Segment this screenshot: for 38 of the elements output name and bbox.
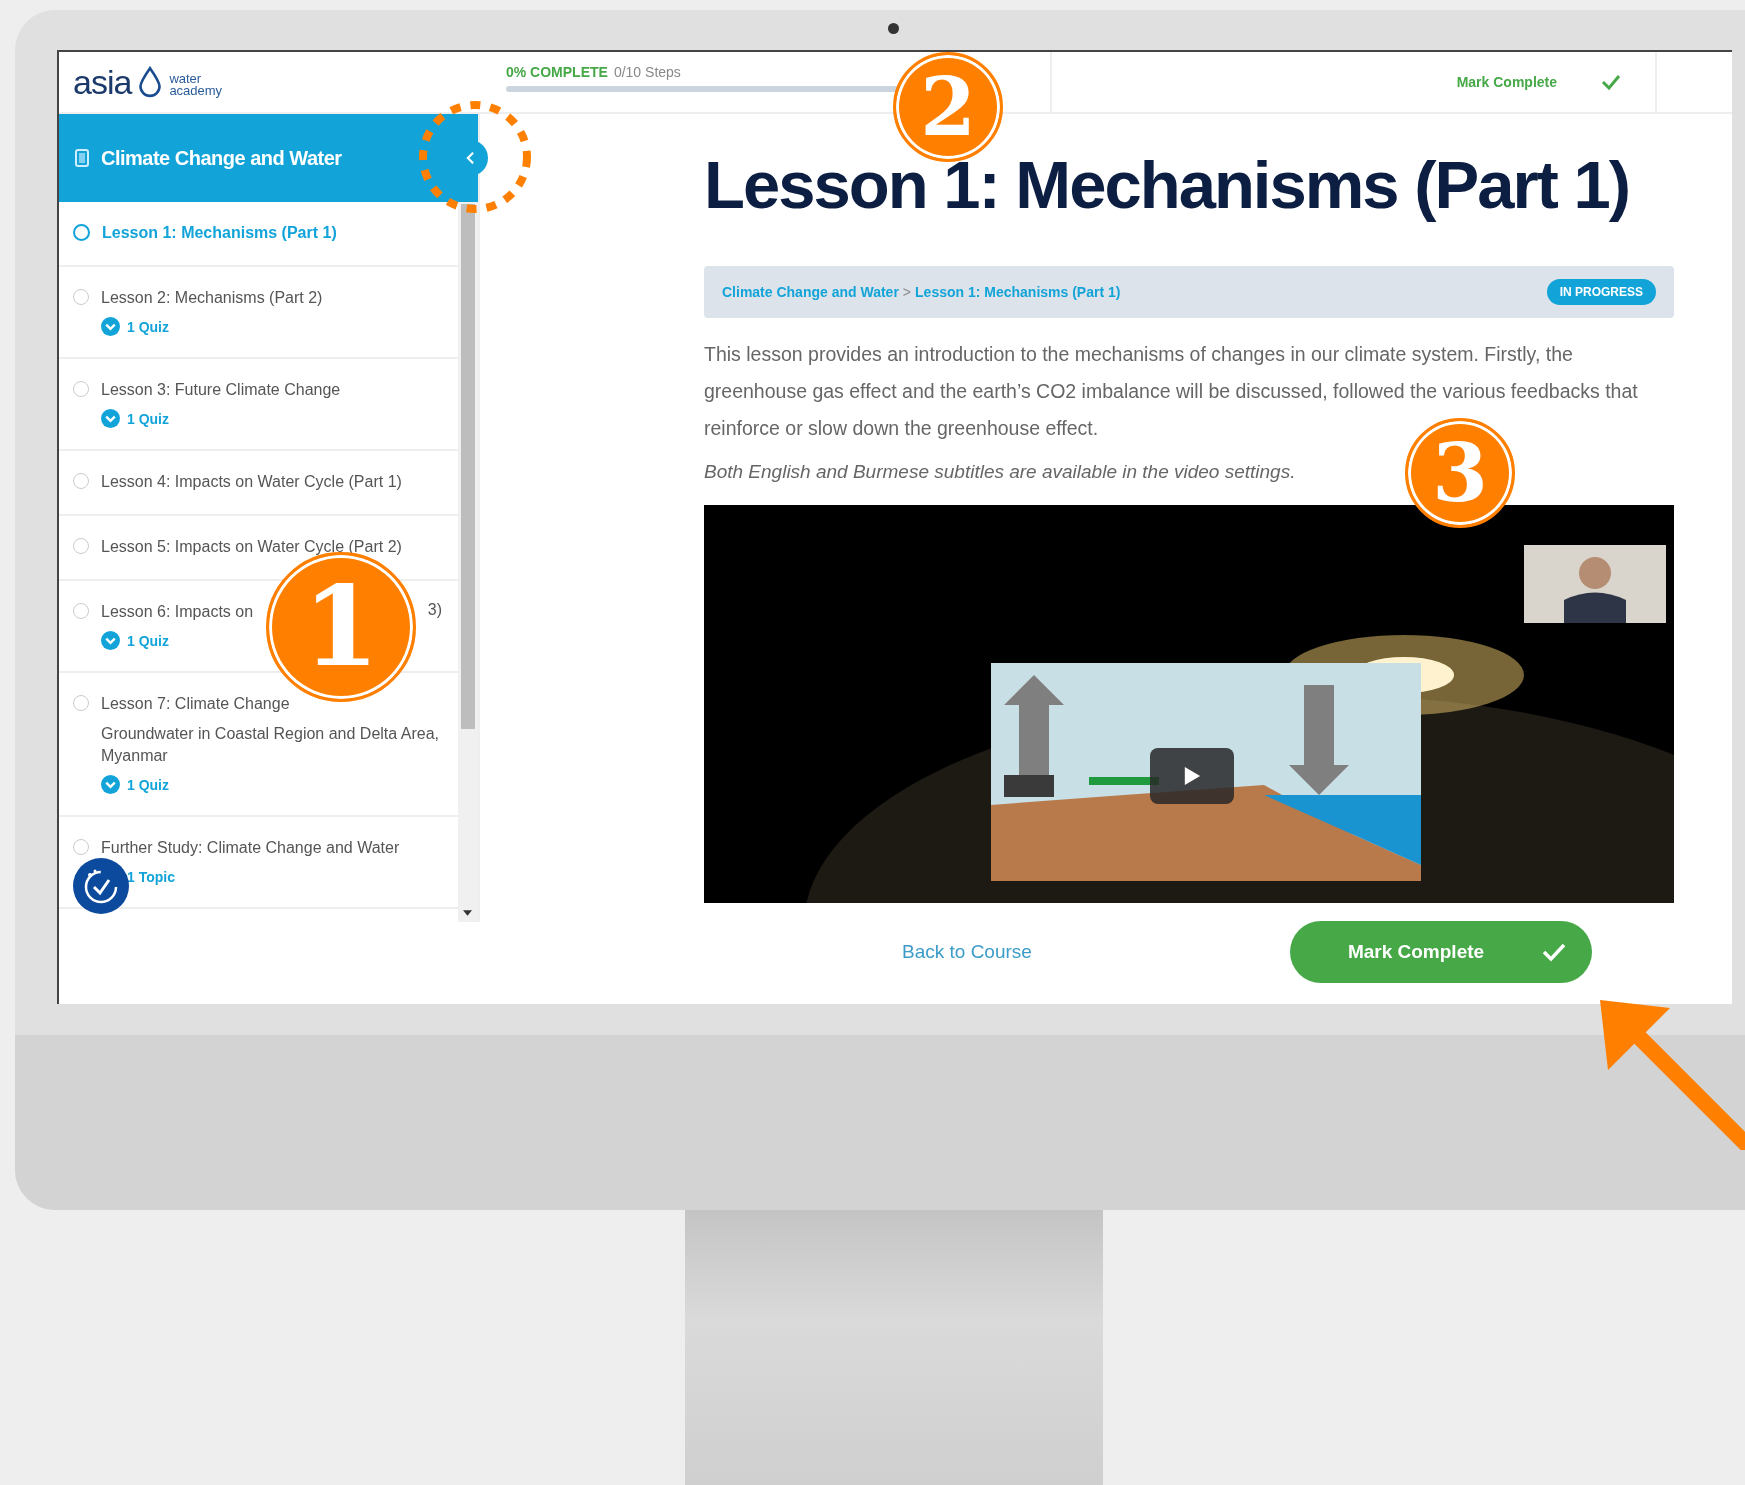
lesson-title: Further Study: Climate Change and Water (101, 838, 400, 858)
chevron-down-icon (101, 775, 120, 794)
drop-icon (137, 66, 164, 98)
lesson-count: 1 Quiz (127, 632, 169, 649)
checklist-badge-icon[interactable] (73, 858, 129, 914)
subtitle-note: Both English and Burmese subtitles are available in the video settings. (704, 461, 1297, 483)
scroll-down-icon[interactable] (463, 910, 472, 916)
progress-percent: 0% COMPLETE (506, 64, 608, 80)
breadcrumb-separator: > (902, 284, 912, 300)
lesson-count: 1 Quiz (127, 776, 169, 793)
camera-dot (888, 23, 899, 34)
lesson-title-end: 3) (427, 601, 442, 620)
logo-text: asia (73, 62, 132, 102)
lesson-title: Lesson 3: Future Climate Change (101, 380, 341, 400)
chevron-down-icon (101, 317, 120, 336)
lesson-count: 1 Topic (127, 868, 175, 885)
status-badge: IN PROGRESS (1546, 279, 1656, 305)
course-title: Climate Change and Water (101, 146, 342, 170)
scrollbar[interactable] (458, 202, 478, 922)
lesson-title: Lesson 2: Mechanisms (Part 2) (101, 288, 323, 308)
chevron-left-icon (465, 151, 475, 165)
play-icon (1183, 766, 1201, 786)
check-icon (1601, 74, 1621, 90)
lesson-count: 1 Quiz (127, 318, 169, 335)
progress-steps: 0/10 Steps (613, 64, 681, 80)
lesson-title: Lesson 6: Impacts on (101, 602, 254, 622)
lesson-title: Lesson 4: Impacts on Water Cycle (Part 1) (101, 472, 402, 492)
chevron-down-icon (101, 631, 120, 650)
play-button[interactable] (1150, 748, 1234, 804)
logo-subtitle: academy (169, 85, 223, 97)
book-icon (75, 149, 89, 167)
lesson-title: Lesson 1: Mechanisms (Part 1) (102, 223, 337, 243)
lesson-count: 1 Quiz (127, 410, 169, 427)
lesson-title-continued: Groundwater in Coastal Region and Delta Area, Myanmar (101, 724, 440, 766)
logo-subtitle: water (169, 73, 203, 85)
status-circle-icon (73, 224, 90, 241)
check-icon (1541, 942, 1566, 962)
chevron-down-icon (101, 409, 120, 428)
